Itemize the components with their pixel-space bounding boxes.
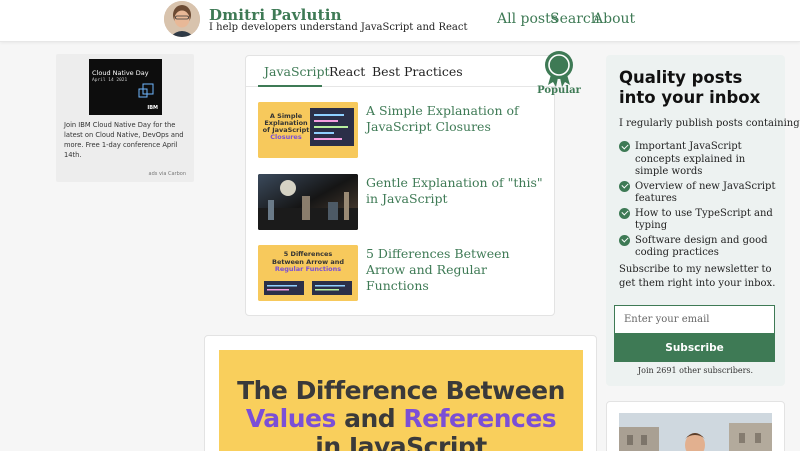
- hero-text: and: [335, 404, 404, 433]
- popular-tabs: JavaScript React Best Practices: [246, 56, 554, 87]
- article-hero-image[interactable]: The Difference Between Values and Refere…: [219, 350, 583, 451]
- check-icon: [619, 234, 630, 246]
- check-icon: [619, 180, 630, 192]
- subscriber-count: Join 2691 other subscribers.: [637, 366, 754, 375]
- active-tab-indicator: [258, 85, 322, 87]
- hero-text: Values: [245, 404, 337, 433]
- newsletter-subscribe-text: Subscribe to my newsletter to get them r…: [619, 264, 776, 289]
- newsletter-box: Quality posts into your inbox I regularl…: [606, 55, 800, 386]
- tab-best-practices[interactable]: Best Practices: [372, 64, 463, 79]
- hero-text: in JavaScript: [315, 432, 487, 451]
- site-header: Dmitri Pavlutin I help developers unders…: [0, 0, 800, 42]
- newsletter-benefits: Important JavaScript concepts explained …: [619, 141, 779, 262]
- thumbnail-line: Regular Functions: [274, 265, 342, 273]
- post-title-link[interactable]: A Simple Explanation of JavaScript Closu…: [366, 103, 546, 135]
- newsletter-intro: I regularly publish posts containing:: [619, 118, 800, 129]
- hero-line-1: The Difference Between: [219, 376, 583, 405]
- benefit-text: Software design and good coding practice…: [635, 234, 768, 259]
- site-tagline: I help developers understand JavaScript …: [209, 22, 468, 33]
- author-photo: [619, 413, 772, 451]
- ad-text[interactable]: Join IBM Cloud Native Day for the latest…: [64, 120, 188, 160]
- ad-image[interactable]: Cloud Native Day April 14 2021 IBM: [89, 59, 162, 115]
- rosette-icon: [545, 51, 573, 87]
- hero-text: References: [403, 404, 557, 433]
- check-icon: [619, 141, 630, 152]
- hero-line-2: Values and References: [219, 404, 583, 433]
- benefit-text: How to use TypeScript and typing: [635, 207, 773, 232]
- list-item: How to use TypeScript and typing: [619, 207, 779, 233]
- hero-text: The Difference Between: [237, 376, 565, 405]
- check-icon: [619, 207, 630, 219]
- ad-image-date: April 14 2021: [92, 78, 128, 83]
- list-item: Overview of new JavaScript features: [619, 180, 779, 206]
- nav-about[interactable]: About: [593, 11, 635, 27]
- ad-image-brand: IBM: [147, 105, 158, 111]
- email-input[interactable]: [614, 305, 775, 334]
- post-thumbnail[interactable]: A Simple Explanation of JavaScript Closu…: [258, 102, 358, 158]
- post-thumbnail[interactable]: [258, 174, 358, 230]
- post-title-link[interactable]: 5 Differences Between Arrow and Regular …: [366, 246, 546, 294]
- benefit-text: Overview of new JavaScript features: [635, 180, 776, 205]
- newsletter-title: Quality posts into your inbox: [619, 68, 761, 107]
- post-thumbnail[interactable]: 5 Differences Between Arrow and Regular …: [258, 245, 358, 301]
- tab-react[interactable]: React: [329, 64, 365, 79]
- article-card[interactable]: The Difference Between Values and Refere…: [204, 335, 597, 451]
- ad-image-title: Cloud Native Day: [92, 69, 149, 77]
- nav-all-posts[interactable]: All posts: [497, 11, 558, 27]
- post-title-link[interactable]: Gentle Explanation of "this" in JavaScri…: [366, 175, 546, 207]
- ad-graphic-icon: [138, 83, 154, 98]
- thumbnail-caption: 5 Differences Between Arrow and Regular …: [258, 250, 358, 274]
- thumbnail-line: Closures: [270, 133, 302, 141]
- list-item: Important JavaScript concepts explained …: [619, 141, 779, 179]
- popular-badge: Popular: [536, 49, 581, 97]
- thumbnail-caption: A Simple Explanation of JavaScript Closu…: [261, 113, 311, 141]
- ad-via-link[interactable]: ads via Carbon: [149, 171, 186, 177]
- benefit-text: Important JavaScript concepts explained …: [635, 141, 746, 177]
- list-item: Software design and good coding practice…: [619, 234, 779, 260]
- author-card: [606, 401, 785, 451]
- popular-posts-card: JavaScript React Best Practices Popular: [245, 51, 581, 316]
- subscribe-button[interactable]: Subscribe: [614, 333, 775, 362]
- carbon-ad[interactable]: Cloud Native Day April 14 2021 IBM Join …: [56, 54, 194, 182]
- tab-javascript[interactable]: JavaScript: [264, 64, 330, 79]
- popular-badge-label: Popular: [537, 85, 581, 96]
- author-avatar[interactable]: [164, 1, 200, 37]
- hero-line-3: in JavaScript: [219, 432, 583, 451]
